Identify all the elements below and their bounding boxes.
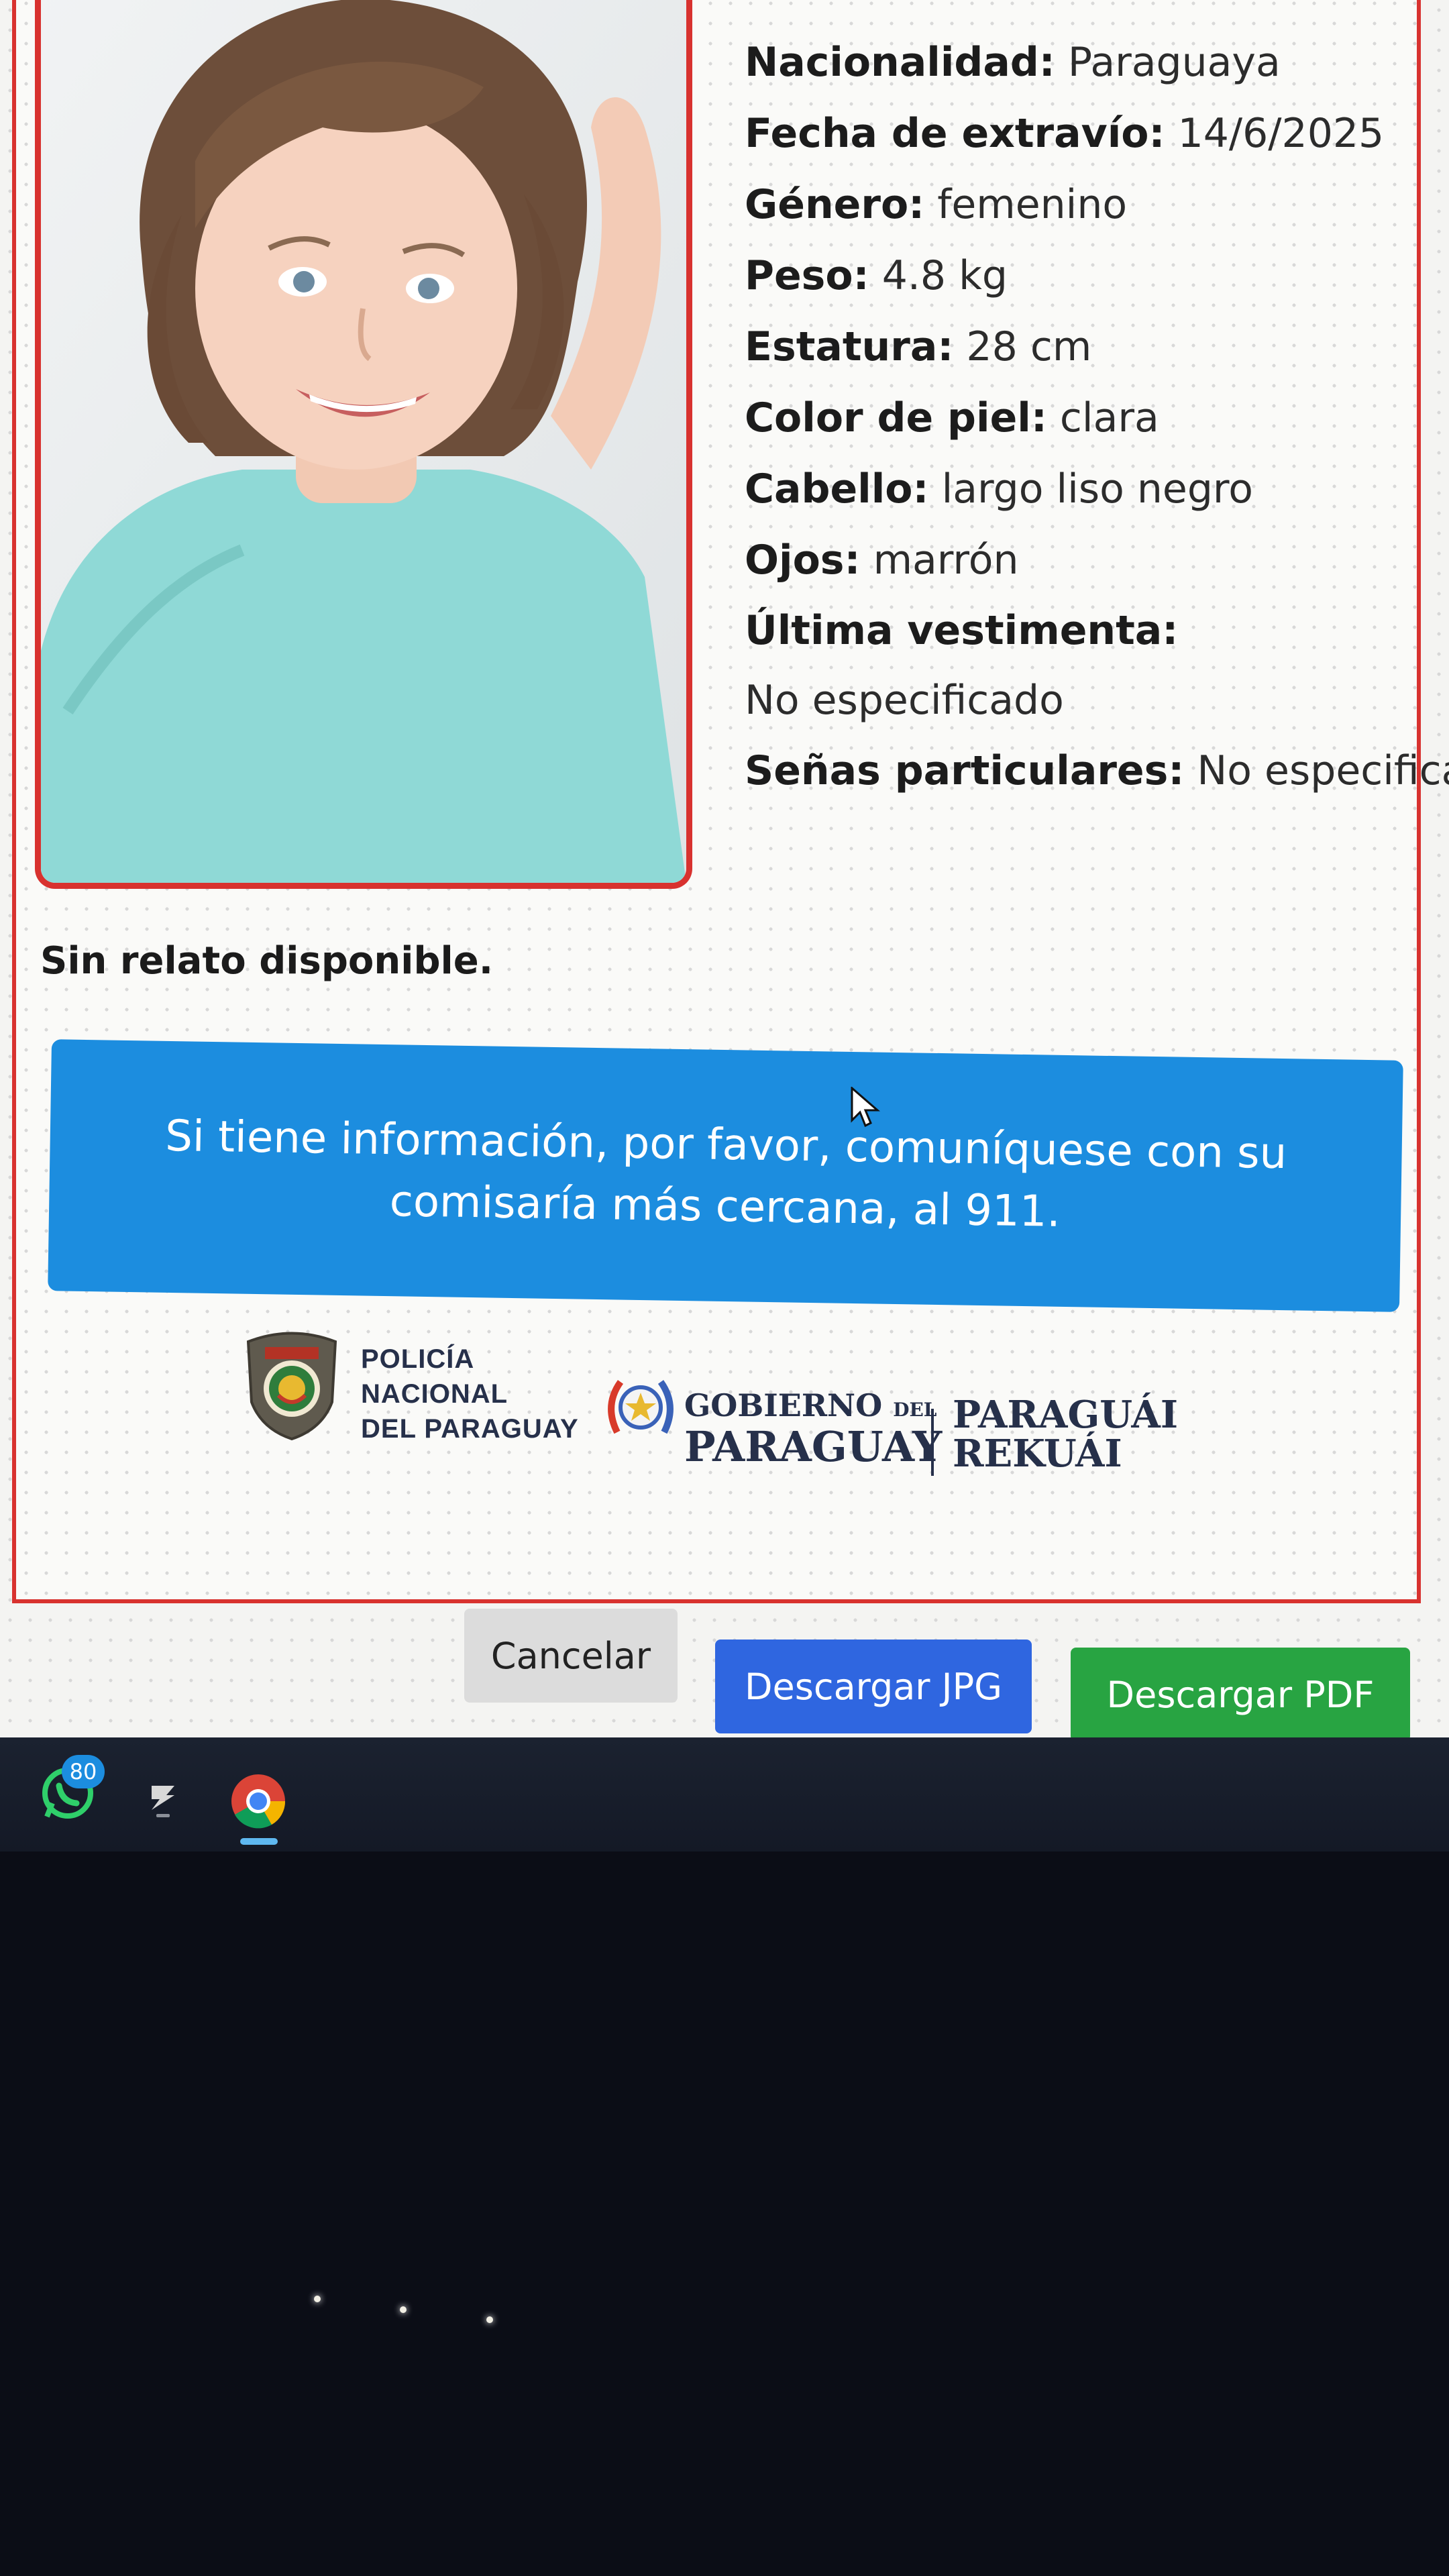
gobierno-logo-text: GOBIERNO DEL PARAGUAY: [684, 1387, 943, 1471]
field-peso: Peso: 4.8 kg: [745, 252, 1008, 299]
policia-logo-text: POLICÍA NACIONAL DEL PARAGUAY: [361, 1344, 579, 1444]
app-icon[interactable]: [146, 1779, 180, 1819]
field-nacionalidad: Nacionalidad: Paraguaya: [745, 39, 1281, 86]
child-photo-illustration: [41, 0, 686, 883]
field-genero: Género: femenino: [745, 181, 1128, 228]
policia-shield-icon: [246, 1332, 337, 1441]
logo-separator: [931, 1409, 934, 1476]
field-ultima-vestimenta: Última vestimenta: No especificado: [745, 607, 1179, 724]
download-jpg-button[interactable]: Descargar JPG: [715, 1640, 1032, 1733]
cancel-button[interactable]: Cancelar: [464, 1609, 678, 1703]
monitor-led: [486, 2316, 493, 2323]
field-senas-particulares: Señas particulares: No especificado: [745, 747, 1449, 794]
mouse-cursor-icon: [851, 1087, 880, 1128]
person-details: Nacionalidad: Paraguaya Fecha de extraví…: [745, 27, 1449, 806]
field-estatura: Estatura: 28 cm: [745, 323, 1092, 370]
field-color-piel: Color de piel: clara: [745, 394, 1159, 441]
contact-banner-text: Si tiene información, por favor, comuníq…: [164, 1111, 1287, 1237]
contact-banner: Si tiene información, por favor, comuníq…: [48, 1039, 1403, 1312]
field-ojos: Ojos: marrón: [745, 537, 1019, 584]
field-cabello: Cabello: largo liso negro: [745, 466, 1253, 513]
gobierno-emblem-icon: [608, 1380, 674, 1434]
chrome-icon[interactable]: [228, 1771, 288, 1831]
taskbar: [0, 1737, 1449, 1851]
relato-text: Sin relato disponible.: [40, 939, 493, 983]
person-photo: [35, 0, 692, 889]
paraguai-rekuai-logo-text: PARAGUÁI REKUÁI: [953, 1393, 1179, 1476]
download-pdf-button[interactable]: Descargar PDF: [1071, 1648, 1410, 1741]
screen: Nacionalidad: Paraguaya Fecha de extraví…: [0, 0, 1449, 1744]
field-fecha-extravio: Fecha de extravío: 14/6/2025: [745, 110, 1385, 157]
chrome-active-indicator: [240, 1838, 278, 1845]
whatsapp-badge: 80: [62, 1755, 105, 1788]
monitor-led: [314, 2296, 321, 2302]
monitor-led: [400, 2306, 407, 2313]
footer-logos: POLICÍA NACIONAL DEL PARAGUAY GOBIERNO D…: [241, 1328, 1181, 1476]
